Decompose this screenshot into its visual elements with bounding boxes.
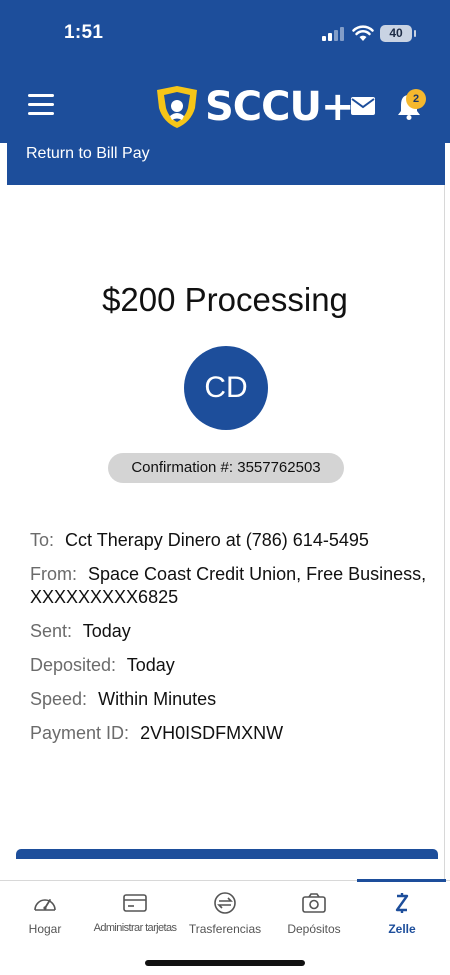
detail-row-from: From: Space Coast Credit Union, Free Bus…	[30, 563, 430, 609]
detail-row-payment-id: Payment ID: 2VH0ISDFMXNW	[30, 722, 430, 745]
detail-row-speed: Speed: Within Minutes	[30, 688, 430, 711]
confirmation-badge: Confirmation #: 3557762503	[108, 453, 344, 483]
nav-label-administrar-tarjetas: Administrar tarjetas	[93, 922, 177, 934]
sent-value: Today	[82, 621, 131, 641]
payment-details: To: Cct Therapy Dinero at (786) 614-5495…	[30, 529, 430, 756]
speed-value: Within Minutes	[98, 689, 217, 709]
notification-badge: 2	[406, 89, 426, 109]
nav-item-trasferencias[interactable]: Trasferencias	[180, 881, 270, 951]
nav-label-trasferencias: Trasferencias	[188, 922, 262, 936]
zelle-icon	[395, 893, 409, 913]
payment-id-label: Payment ID:	[30, 723, 130, 743]
detail-row-sent: Sent: Today	[30, 620, 430, 643]
camera-icon	[302, 893, 326, 913]
nav-label-zelle: Zelle	[388, 922, 416, 936]
status-time: 1:51	[64, 22, 104, 43]
payment-id-value: 2VH0ISDFMXNW	[140, 723, 284, 743]
to-value: Cct Therapy Dinero at (786) 614-5495	[65, 530, 369, 550]
brand-name: SCCU+	[205, 84, 355, 130]
gauge-icon	[34, 899, 56, 911]
speed-label: Speed:	[30, 689, 88, 709]
return-to-bill-pay-link[interactable]: Return to Bill Pay	[26, 145, 150, 163]
nav-label-depositos: Depósitos	[287, 922, 341, 936]
battery-icon: 40	[380, 25, 416, 42]
shield-logo-icon	[157, 86, 197, 128]
status-bar: 1:51 40	[0, 0, 450, 68]
nav-item-depositos[interactable]: Depósitos	[270, 881, 358, 951]
active-tab-indicator	[357, 879, 446, 882]
deposited-value: Today	[126, 655, 175, 675]
nav-item-zelle[interactable]: Zelle	[358, 881, 446, 951]
nav-item-administrar-tarjetas[interactable]: Administrar tarjetas	[90, 881, 180, 951]
avatar: CD	[184, 346, 268, 430]
payment-title: $200 Processing	[102, 281, 348, 318]
nav-label-hogar: Hogar	[28, 922, 62, 936]
detail-row-deposited: Deposited: Today	[30, 654, 430, 677]
deposited-label: Deposited:	[30, 655, 117, 675]
action-button-edge[interactable]	[16, 849, 438, 859]
from-value: Space Coast Credit Union, Free Business,…	[30, 564, 427, 607]
from-label: From:	[30, 564, 77, 584]
signal-icon	[322, 27, 344, 41]
menu-icon[interactable]	[28, 94, 54, 116]
nav-item-hogar[interactable]: Hogar	[0, 881, 90, 951]
home-indicator	[145, 960, 305, 966]
app-header: 1:51 40 SCCU+ 2	[0, 0, 450, 143]
detail-row-to: To: Cct Therapy Dinero at (786) 614-5495	[30, 529, 430, 552]
transfer-icon	[214, 892, 236, 914]
wifi-icon	[352, 25, 374, 41]
card-icon	[123, 894, 147, 912]
mail-icon[interactable]	[351, 97, 375, 115]
to-label: To:	[30, 530, 55, 550]
brand-logo: SCCU+	[155, 84, 355, 130]
sent-label: Sent:	[30, 621, 73, 641]
